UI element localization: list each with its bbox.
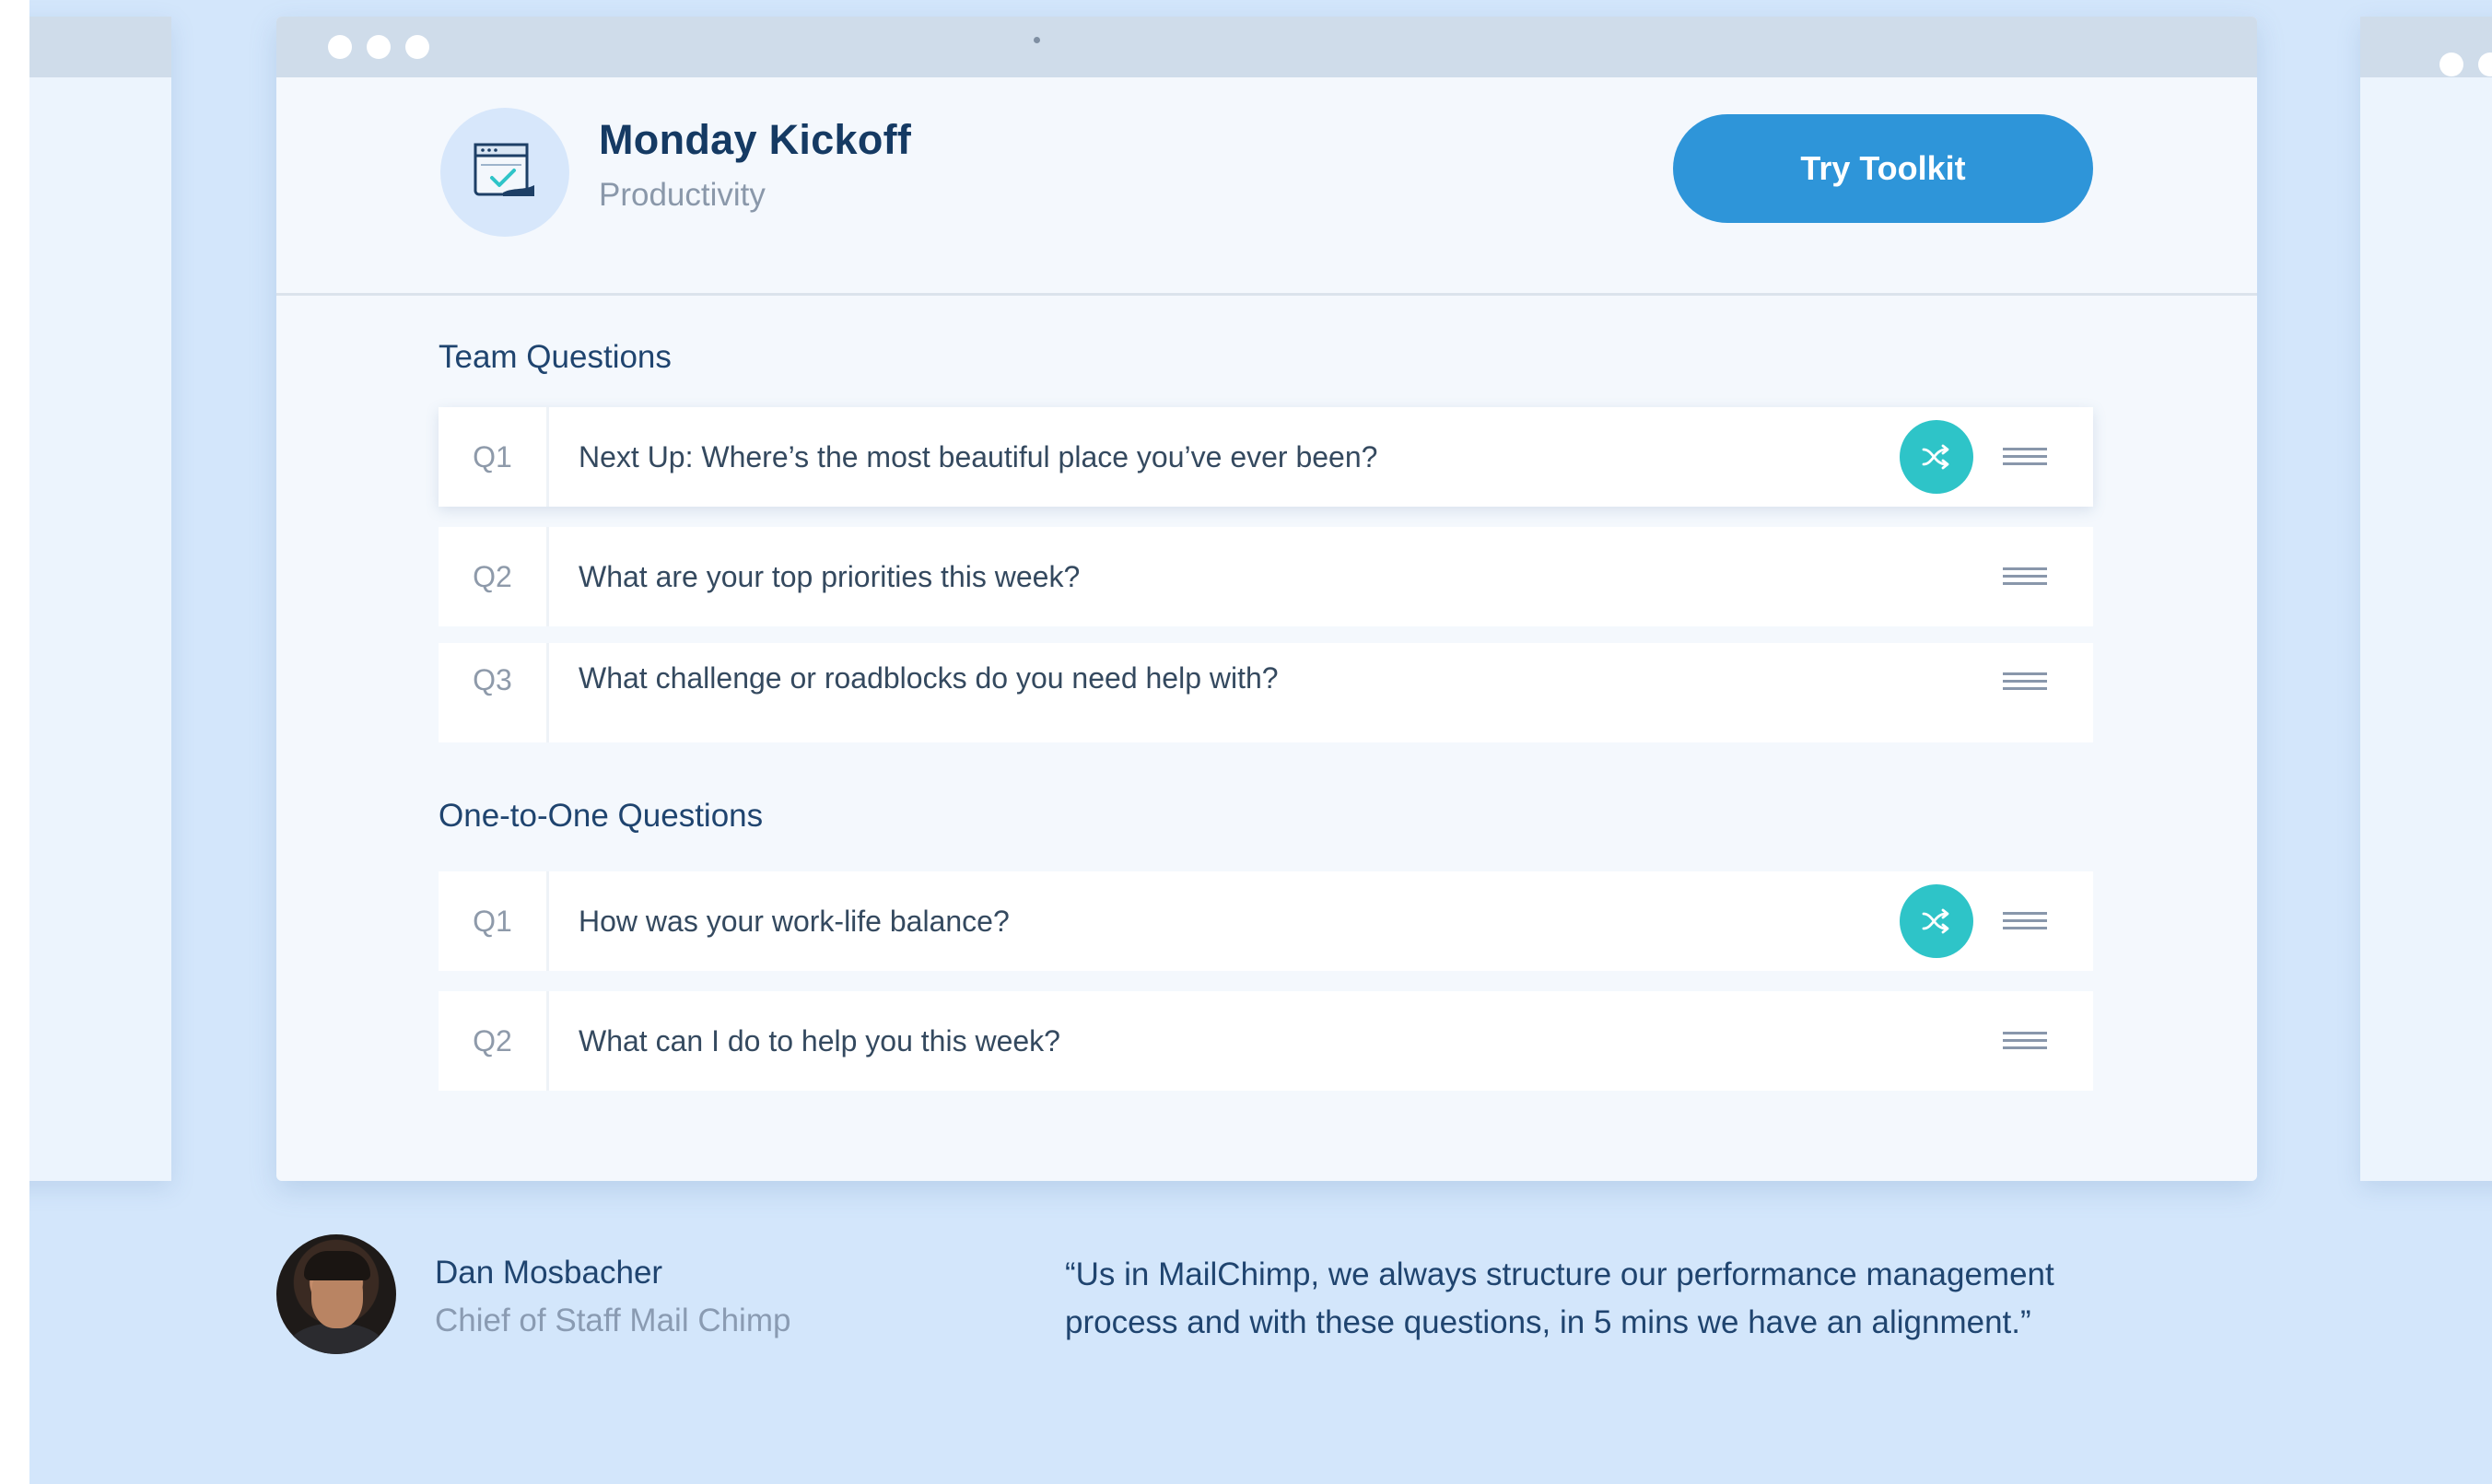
toolkit-category: Productivity (599, 177, 766, 213)
try-toolkit-button[interactable]: Try Toolkit (1673, 114, 2093, 223)
question-number: Q3 (439, 643, 549, 742)
drag-handle-icon[interactable] (2003, 1032, 2047, 1050)
window-minimize-dot[interactable] (367, 35, 391, 59)
shuffle-button[interactable] (1900, 420, 1973, 494)
toolkit-title: Monday Kickoff (599, 116, 912, 163)
question-text: How was your work-life balance? (579, 904, 1010, 938)
testimonial-name: Dan Mosbacher (435, 1255, 663, 1291)
window-dot (2439, 53, 2463, 76)
toolkit-header: Monday Kickoff Productivity Try Toolkit (276, 77, 2257, 296)
team-question-row-2[interactable]: Q2 What are your top priorities this wee… (439, 527, 2093, 626)
question-number: Q2 (439, 527, 549, 626)
shuffle-icon (1922, 908, 1949, 934)
team-question-row-3[interactable]: Q3 What challenge or roadblocks do you n… (439, 643, 2093, 742)
question-text: What are your top priorities this week? (579, 559, 1081, 593)
question-text: What can I do to help you this week? (579, 1023, 1060, 1057)
team-questions-heading: Team Questions (439, 339, 672, 375)
window-close-dot[interactable] (328, 35, 352, 59)
window-controls (328, 35, 429, 59)
question-text: What challenge or roadblocks do you need… (579, 661, 1279, 695)
window-dot (2478, 53, 2492, 76)
shuffle-button[interactable] (1900, 884, 1973, 958)
drag-handle-icon[interactable] (2003, 567, 2047, 586)
testimonial-role: Chief of Staff Mail Chimp (435, 1303, 791, 1338)
one-to-one-question-row-1[interactable]: Q1 How was your work-life balance? (439, 871, 2093, 971)
previous-window-titlebar (29, 17, 171, 77)
window-controls (2439, 53, 2492, 76)
avatar (276, 1234, 396, 1354)
shuffle-icon (1922, 444, 1949, 470)
one-to-one-questions-heading: One-to-One Questions (439, 798, 764, 834)
question-number: Q1 (439, 871, 549, 971)
question-text: Next Up: Where’s the most beautiful plac… (579, 439, 1378, 473)
camera-dot (1034, 37, 1040, 43)
window-maximize-dot[interactable] (405, 35, 429, 59)
one-to-one-question-row-2[interactable]: Q2 What can I do to help you this week? (439, 991, 2093, 1091)
next-toolkit-window[interactable] (2360, 17, 2492, 1181)
team-question-row-1[interactable]: Q1 Next Up: Where’s the most beautiful p… (439, 407, 2093, 507)
testimonial-quote: “Us in MailChimp, we always structure ou… (1065, 1256, 2054, 1340)
previous-toolkit-window[interactable] (29, 17, 171, 1181)
avatar-hair (304, 1251, 370, 1280)
calendar-check-icon (440, 108, 569, 237)
drag-handle-icon[interactable] (2003, 672, 2047, 691)
window-titlebar (276, 17, 2257, 77)
question-number: Q2 (439, 991, 549, 1091)
drag-handle-icon[interactable] (2003, 448, 2047, 466)
question-number: Q1 (439, 407, 549, 507)
toolkit-window: Monday Kickoff Productivity Try Toolkit … (276, 17, 2257, 1181)
drag-handle-icon[interactable] (2003, 912, 2047, 930)
